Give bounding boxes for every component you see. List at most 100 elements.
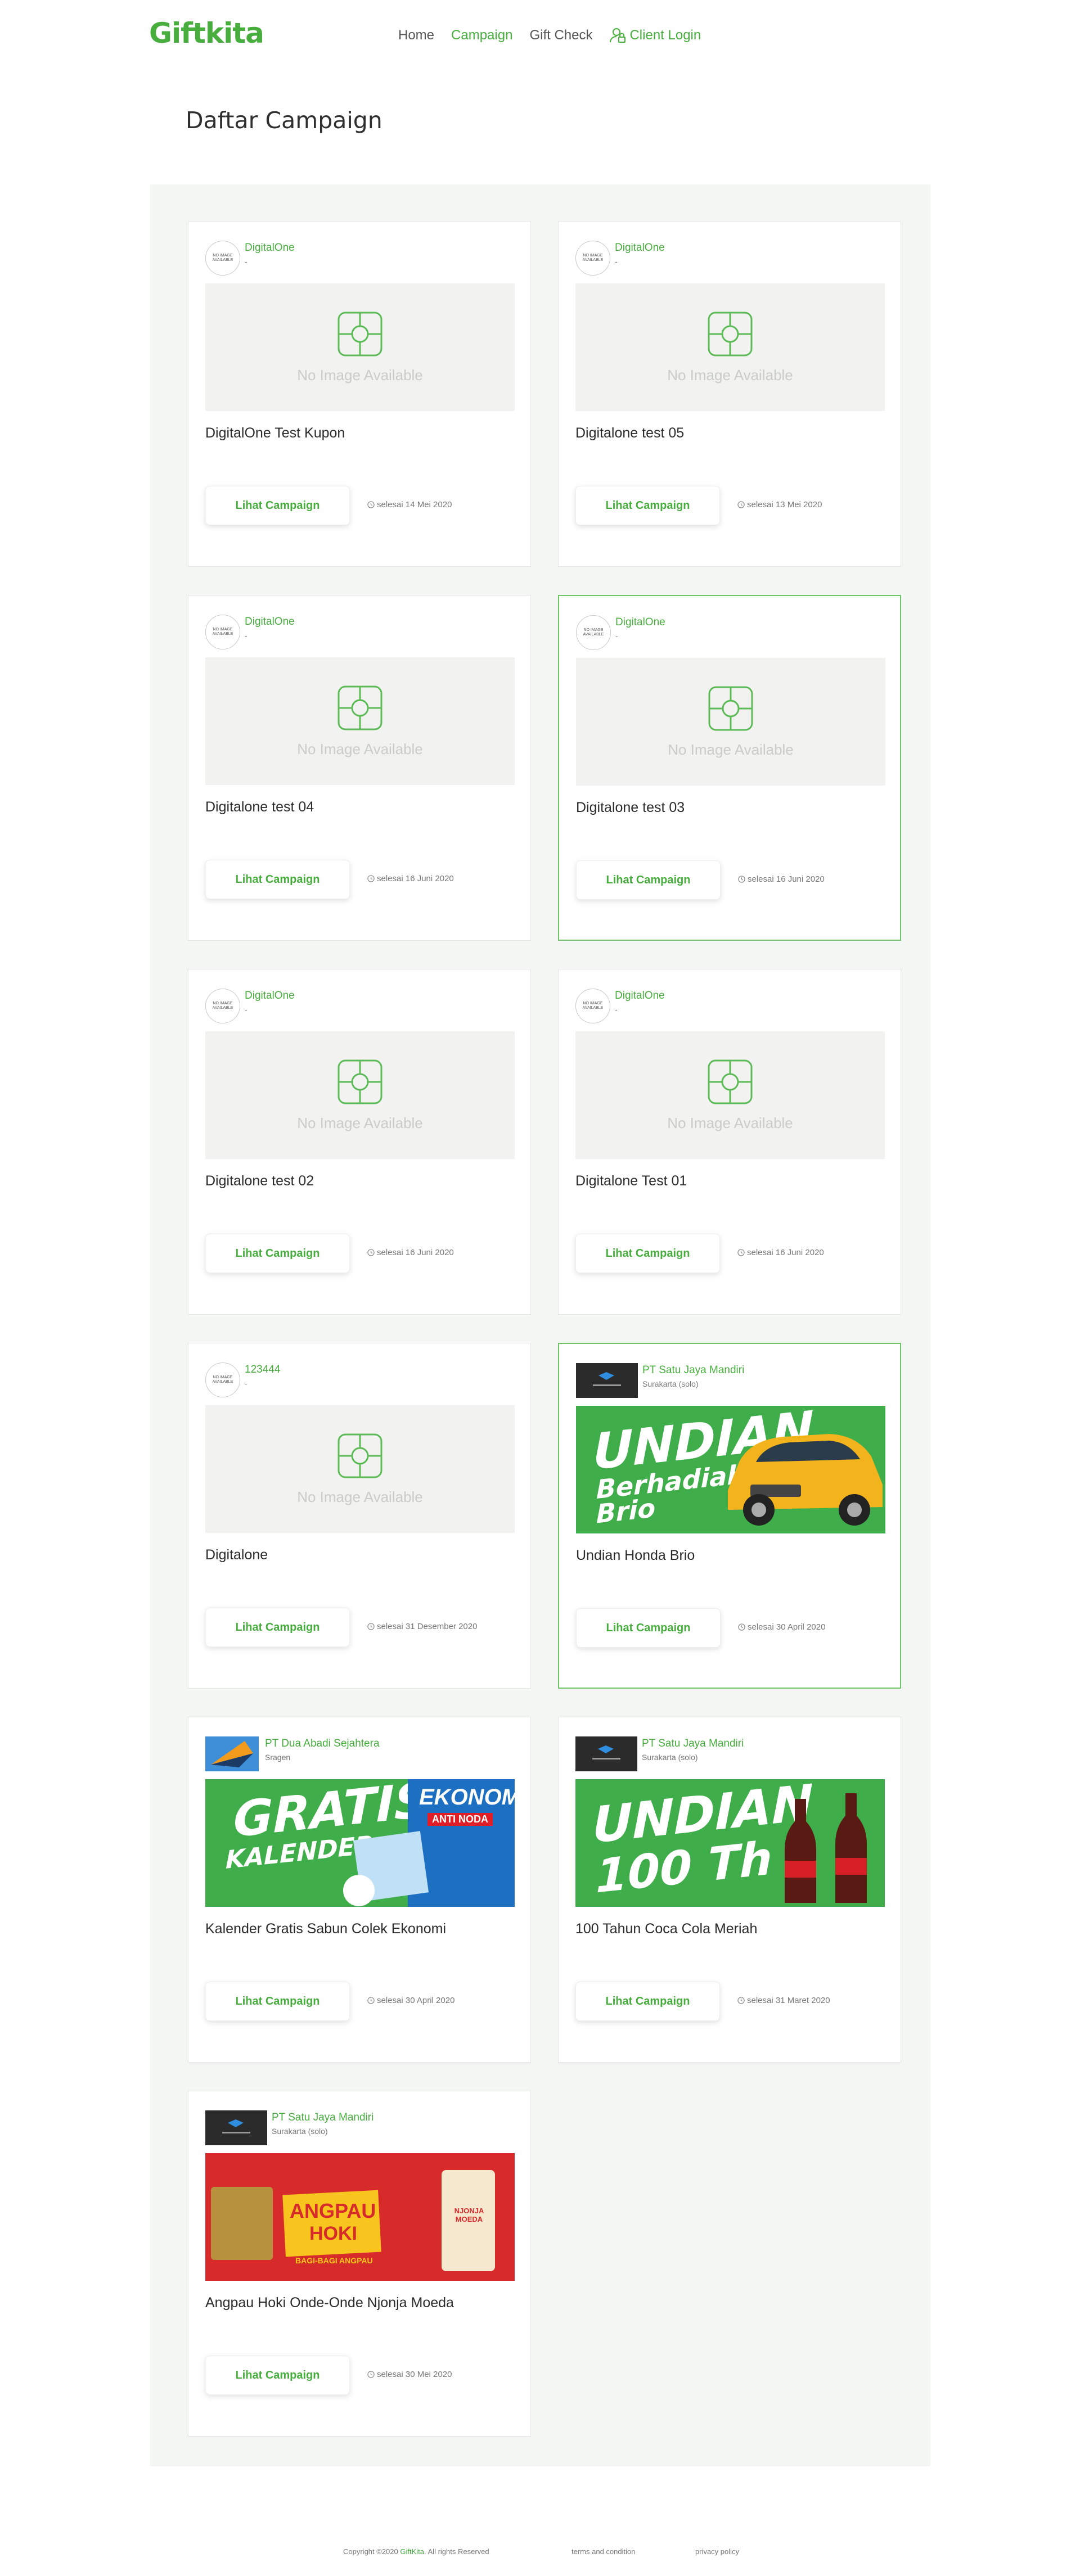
campaign-image[interactable]: GRATISKALENDEREKONOMIANTI NODA <box>205 1779 515 1907</box>
org-location: Surakarta (solo) <box>642 1753 698 1762</box>
nav-campaign[interactable]: Campaign <box>451 28 512 43</box>
campaign-image[interactable]: No Image Available <box>575 283 885 411</box>
view-campaign-button[interactable]: Lihat Campaign <box>575 486 720 525</box>
org-logo: NO IMAGE AVAILABLE <box>205 1363 240 1397</box>
org-name[interactable]: DigitalOne <box>615 616 665 629</box>
view-campaign-button[interactable]: Lihat Campaign <box>576 860 721 900</box>
org-logo-text: NO IMAGE AVAILABLE <box>582 1001 604 1010</box>
campaign-image[interactable]: ANGPAU HOKI BAGI-BAGI ANGPAU NJONJA MOEDA <box>205 2153 515 2281</box>
org-name[interactable]: DigitalOne <box>245 990 295 1002</box>
no-image-text: No Image Available <box>297 367 423 384</box>
copyright-brand[interactable]: GiftKita <box>400 2547 424 2556</box>
gift-placeholder-icon <box>338 312 382 357</box>
campaign-image[interactable]: No Image Available <box>205 1405 515 1533</box>
copyright-post: . All rights Reserved <box>424 2547 489 2556</box>
org-name[interactable]: PT Satu Jaya Mandiri <box>642 1364 744 1377</box>
org-location: - <box>615 257 618 266</box>
no-image-text: No Image Available <box>667 367 793 384</box>
campaign-deadline: selesai 31 Desember 2020 <box>367 1622 477 1631</box>
view-campaign-button[interactable]: Lihat Campaign <box>205 486 350 525</box>
copyright-text: Copyright ©2020 GiftKita. All rights Res… <box>343 2547 489 2556</box>
view-campaign-button[interactable]: Lihat Campaign <box>205 1234 350 1273</box>
campaign-card[interactable]: PT Satu Jaya Mandiri Surakarta (solo) ANGP… <box>188 2091 531 2437</box>
view-campaign-button[interactable]: Lihat Campaign <box>205 1982 350 2021</box>
clock-icon <box>367 1623 375 1630</box>
campaign-deadline: selesai 14 Mei 2020 <box>367 500 452 509</box>
no-image-placeholder: No Image Available <box>205 1405 515 1533</box>
privacy-link[interactable]: privacy policy <box>695 2547 739 2556</box>
campaign-title[interactable]: Kalender Gratis Sabun Colek Ekonomi <box>205 1921 446 1937</box>
campaign-image[interactable]: UNDIAN 100 Th <box>575 1779 885 1907</box>
campaign-image[interactable]: No Image Available <box>576 658 885 786</box>
campaign-image[interactable]: No Image Available <box>205 1031 515 1159</box>
campaign-image[interactable]: UNDIAN Berhadiah Brio <box>576 1406 885 1533</box>
org-name[interactable]: DigitalOne <box>245 242 295 254</box>
campaign-card[interactable]: PT Satu Jaya Mandiri Surakarta (solo) UNDI… <box>558 1717 901 2063</box>
campaign-card[interactable]: NO IMAGE AVAILABLE 123444 - No Image Availa… <box>188 1343 531 1689</box>
view-campaign-button[interactable]: Lihat Campaign <box>575 1982 720 2021</box>
campaign-card[interactable]: NO IMAGE AVAILABLE DigitalOne - No Image Av… <box>558 221 901 567</box>
org-logo: NO IMAGE AVAILABLE <box>205 241 240 276</box>
campaign-image[interactable]: No Image Available <box>205 657 515 785</box>
campaign-title[interactable]: Angpau Hoki Onde-Onde Njonja Moeda <box>205 2295 454 2311</box>
no-image-text: No Image Available <box>297 1115 423 1131</box>
clock-icon <box>737 501 745 508</box>
campaign-deadline: selesai 31 Maret 2020 <box>737 1996 830 2005</box>
banner-honda-brio: UNDIAN Berhadiah Brio <box>576 1406 885 1533</box>
campaign-title[interactable]: Digitalone test 05 <box>575 425 684 441</box>
org-name[interactable]: PT Satu Jaya Mandiri <box>642 1738 744 1750</box>
bottle-illustration <box>785 1793 867 1903</box>
campaign-title[interactable]: Digitalone <box>205 1547 268 1563</box>
campaign-card[interactable]: PT Satu Jaya Mandiri Surakarta (solo) UNDI… <box>558 1343 901 1689</box>
no-image-placeholder: No Image Available <box>205 657 515 785</box>
gift-placeholder-icon <box>708 1059 753 1104</box>
gift-placeholder-icon <box>708 686 753 731</box>
campaign-title[interactable]: Digitalone test 02 <box>205 1173 314 1189</box>
view-campaign-button[interactable]: Lihat Campaign <box>205 2356 350 2395</box>
campaign-card[interactable]: PT Dua Abadi Sejahtera Sragen GRATIS KALEND… <box>188 1717 531 2063</box>
campaign-title[interactable]: DigitalOne Test Kupon <box>205 425 345 441</box>
org-name[interactable]: DigitalOne <box>245 616 295 628</box>
view-campaign-button[interactable]: Lihat Campaign <box>205 1608 350 1647</box>
org-name[interactable]: PT Satu Jaya Mandiri <box>272 2112 374 2124</box>
org-name[interactable]: PT Dua Abadi Sejahtera <box>265 1738 380 1750</box>
clock-icon <box>367 1249 375 1256</box>
org-location: - <box>245 257 248 266</box>
campaign-card[interactable]: NO IMAGE AVAILABLE DigitalOne - No Image Av… <box>558 595 901 941</box>
client-login-link[interactable]: Client Login <box>609 27 701 44</box>
org-logo-text: NO IMAGE AVAILABLE <box>212 628 233 636</box>
banner-text: BAGI-BAGI ANGPAU <box>295 2256 373 2265</box>
campaign-card[interactable]: NO IMAGE AVAILABLE DigitalOne - No Image Av… <box>188 221 531 567</box>
campaign-image[interactable]: No Image Available <box>575 1031 885 1159</box>
org-location: Sragen <box>265 1753 291 1762</box>
org-logo <box>205 2110 267 2145</box>
terms-link[interactable]: terms and condition <box>572 2547 635 2556</box>
main-nav: Home Campaign Gift Check Client Login <box>398 27 701 44</box>
nav-gift-check[interactable]: Gift Check <box>529 28 592 43</box>
campaign-title[interactable]: Undian Honda Brio <box>576 1548 695 1564</box>
org-logo-text: NO IMAGE AVAILABLE <box>583 628 604 637</box>
org-logo <box>575 1736 637 1771</box>
banner-text: NJONJA MOEDA <box>454 2207 484 2223</box>
header: Giftkita Home Campaign Gift Check Client… <box>0 0 1080 73</box>
campaign-title[interactable]: Digitalone test 04 <box>205 799 314 815</box>
campaign-title[interactable]: Digitalone test 03 <box>576 800 685 816</box>
campaign-title[interactable]: Digitalone Test 01 <box>575 1173 687 1189</box>
company-logo-icon <box>575 1736 637 1771</box>
view-campaign-button[interactable]: Lihat Campaign <box>205 860 350 899</box>
org-location: Surakarta (solo) <box>642 1379 699 1388</box>
org-name[interactable]: DigitalOne <box>615 990 665 1002</box>
view-campaign-button[interactable]: Lihat Campaign <box>576 1608 721 1648</box>
org-logo: NO IMAGE AVAILABLE <box>205 989 240 1023</box>
campaign-card[interactable]: NO IMAGE AVAILABLE DigitalOne - No Image Av… <box>558 969 901 1315</box>
org-name[interactable]: DigitalOne <box>615 242 665 254</box>
campaign-image[interactable]: No Image Available <box>205 283 515 411</box>
nav-home[interactable]: Home <box>398 28 434 43</box>
org-name[interactable]: 123444 <box>245 1364 280 1376</box>
deadline-text: selesai 30 April 2020 <box>748 1622 826 1632</box>
view-campaign-button[interactable]: Lihat Campaign <box>575 1234 720 1273</box>
campaign-card[interactable]: NO IMAGE AVAILABLE DigitalOne - No Image Av… <box>188 595 531 941</box>
campaign-title[interactable]: 100 Tahun Coca Cola Meriah <box>575 1921 757 1937</box>
campaign-card[interactable]: NO IMAGE AVAILABLE DigitalOne - No Image Av… <box>188 969 531 1315</box>
brand-logo[interactable]: Giftkita <box>149 17 264 49</box>
